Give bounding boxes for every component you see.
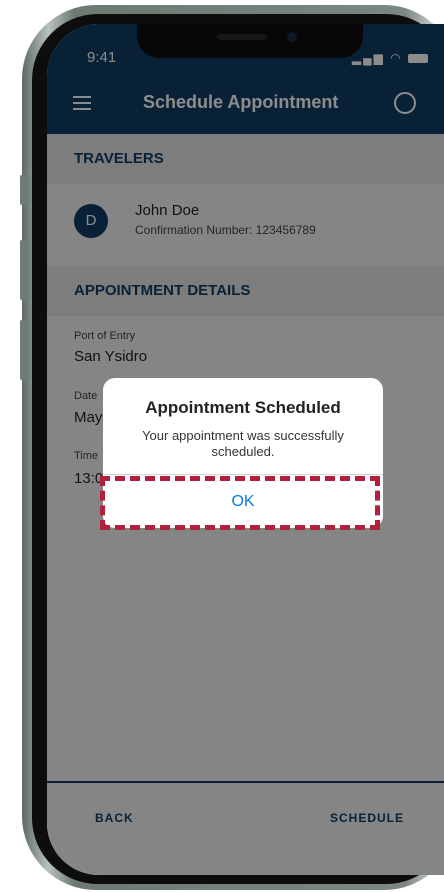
app-screen: 9:41 ▂▄▆ ◠ Schedule Appointment TRAVELER…	[47, 24, 444, 875]
ok-highlight-box	[100, 476, 380, 530]
dialog-message: Your appointment was successfully schedu…	[142, 428, 344, 459]
dialog-title: Appointment Scheduled	[145, 398, 341, 417]
side-button	[20, 175, 26, 205]
volume-up-button	[20, 240, 26, 300]
volume-down-button	[20, 320, 26, 380]
